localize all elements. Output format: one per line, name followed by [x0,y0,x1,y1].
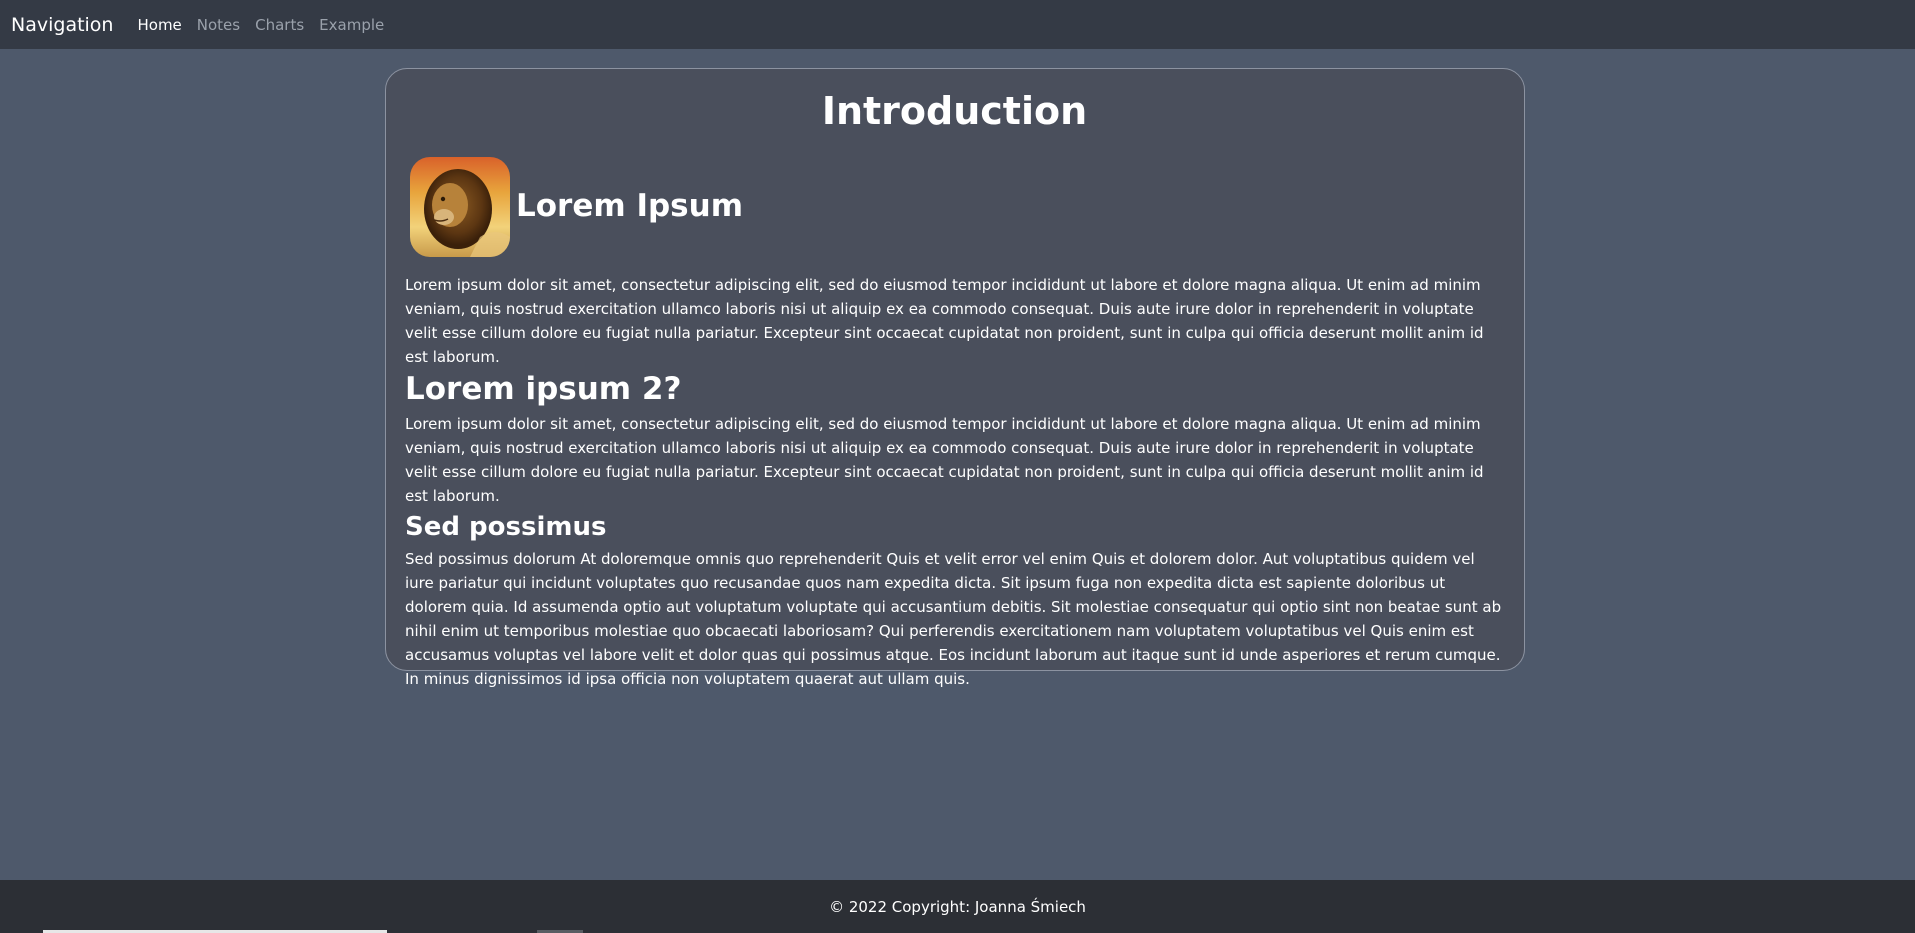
section-heading-lorem-ipsum: Lorem Ipsum [516,188,744,224]
lion-image [410,156,510,257]
nav-link-charts[interactable]: Charts [255,16,304,34]
nav-link-home[interactable]: Home [137,16,181,34]
page-title: Introduction [821,89,1088,133]
nav-links: Home Notes Charts Example [137,16,384,34]
section-body-lorem-ipsum-2: Lorem ipsum dolor sit amet, consectetur … [405,414,1484,505]
section-body-lorem-ipsum: Lorem ipsum dolor sit amet, consectetur … [405,275,1484,366]
section-body-sed-possimus: Sed possimus dolorum At doloremque omnis… [405,549,1502,688]
section-heading-sed-possimus: Sed possimus [405,511,607,542]
intro-header: Lorem Ipsum [410,156,1504,257]
nav-link-notes[interactable]: Notes [197,16,240,34]
content-card: Introduction Lorem Ipsum Lorem ipsum dol… [385,68,1525,688]
section-heading-lorem-ipsum-2: Lorem ipsum 2? [405,370,682,407]
top-navbar: Navigation Home Notes Charts Example [0,0,1915,49]
nav-link-example[interactable]: Example [319,16,384,34]
copyright-text: © 2022 Copyright: Joanna Śmiech [829,897,1086,916]
navbar-brand[interactable]: Navigation [11,14,113,36]
page-footer: © 2022 Copyright: Joanna Śmiech [0,880,1915,933]
